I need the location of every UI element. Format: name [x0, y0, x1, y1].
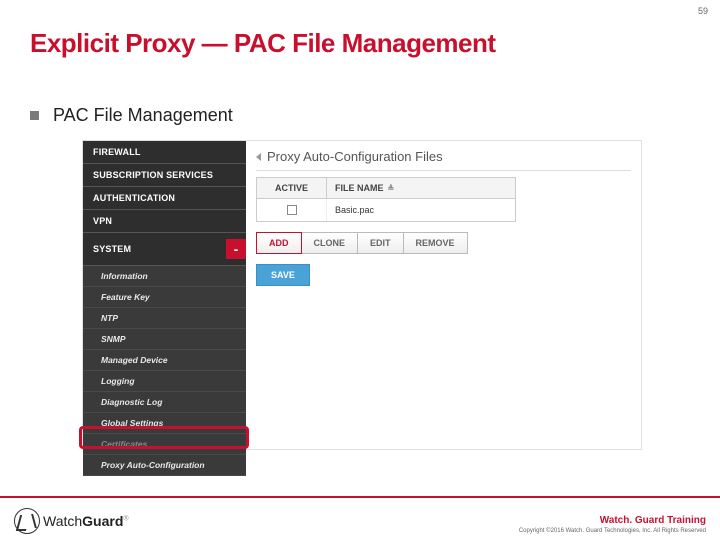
- sidebar-sub-ntp[interactable]: NTP: [83, 308, 246, 329]
- logo-guard: Guard: [82, 513, 123, 529]
- sidebar-sub-global-settings[interactable]: Global Settings: [83, 413, 246, 434]
- training-label: Watch. Guard Training: [519, 515, 706, 526]
- sidebar-sub-logging[interactable]: Logging: [83, 371, 246, 392]
- table-header: ACTIVE FILE NAME ≜: [257, 178, 515, 199]
- sort-icon: ≜: [388, 184, 395, 193]
- col-filename-label: FILE NAME: [335, 183, 384, 193]
- cell-filename: Basic.pac: [327, 199, 515, 221]
- bullet-square-icon: [30, 111, 39, 120]
- page-number: 59: [698, 6, 708, 16]
- logo-ring-icon: [14, 508, 40, 534]
- app-screenshot: FIREWALL SUBSCRIPTION SERVICES AUTHENTIC…: [82, 140, 642, 450]
- footer: WatchGuard® Watch. Guard Training Copyri…: [0, 496, 720, 540]
- collapse-icon[interactable]: -: [226, 239, 246, 259]
- sidebar-sub-certificates[interactable]: Certificates: [83, 434, 246, 455]
- sidebar-subitems: Information Feature Key NTP SNMP Managed…: [83, 266, 246, 476]
- content-panel: Proxy Auto-Configuration Files ACTIVE FI…: [246, 141, 641, 449]
- bullet-row: PAC File Management: [30, 105, 233, 126]
- registered-icon: ®: [123, 515, 128, 522]
- footer-right: Watch. Guard Training Copyright ©2016 Wa…: [519, 515, 706, 534]
- bullet-text: PAC File Management: [53, 105, 233, 126]
- sidebar: FIREWALL SUBSCRIPTION SERVICES AUTHENTIC…: [83, 141, 246, 449]
- panel-title: Proxy Auto-Configuration Files: [267, 149, 443, 164]
- sidebar-sub-diagnostic-log[interactable]: Diagnostic Log: [83, 392, 246, 413]
- copyright: Copyright ©2016 Watch. Guard Technologie…: [519, 528, 706, 534]
- clone-button[interactable]: CLONE: [302, 232, 359, 254]
- sidebar-item-subscription-services[interactable]: SUBSCRIPTION SERVICES: [83, 164, 246, 187]
- collapse-arrow-icon[interactable]: [256, 153, 261, 161]
- add-button[interactable]: ADD: [256, 232, 302, 254]
- sidebar-sub-managed-device[interactable]: Managed Device: [83, 350, 246, 371]
- sidebar-item-vpn[interactable]: VPN: [83, 210, 246, 233]
- logo-watch: Watch: [43, 513, 82, 529]
- divider: [256, 170, 631, 171]
- sidebar-item-system[interactable]: SYSTEM -: [83, 233, 246, 266]
- sidebar-item-authentication[interactable]: AUTHENTICATION: [83, 187, 246, 210]
- panel-header: Proxy Auto-Configuration Files: [256, 149, 631, 164]
- cell-active: [257, 199, 327, 221]
- col-active[interactable]: ACTIVE: [257, 178, 327, 198]
- sidebar-sub-snmp[interactable]: SNMP: [83, 329, 246, 350]
- table-row[interactable]: Basic.pac: [257, 199, 515, 221]
- sidebar-item-firewall[interactable]: FIREWALL: [83, 141, 246, 164]
- logo-text: WatchGuard®: [43, 513, 129, 529]
- save-button[interactable]: SAVE: [256, 264, 310, 286]
- col-filename[interactable]: FILE NAME ≜: [327, 178, 515, 198]
- active-checkbox[interactable]: [287, 205, 297, 215]
- sidebar-sub-feature-key[interactable]: Feature Key: [83, 287, 246, 308]
- slide-title: Explicit Proxy — PAC File Management: [30, 28, 496, 59]
- sidebar-sub-information[interactable]: Information: [83, 266, 246, 287]
- sidebar-sub-proxy-auto-configuration[interactable]: Proxy Auto-Configuration: [83, 455, 246, 476]
- edit-button[interactable]: EDIT: [358, 232, 404, 254]
- remove-button[interactable]: REMOVE: [404, 232, 468, 254]
- sidebar-item-system-label: SYSTEM: [93, 244, 131, 254]
- action-button-row: ADD CLONE EDIT REMOVE: [256, 232, 631, 254]
- watchguard-logo: WatchGuard®: [14, 508, 129, 534]
- pac-file-table: ACTIVE FILE NAME ≜ Basic.pac: [256, 177, 516, 222]
